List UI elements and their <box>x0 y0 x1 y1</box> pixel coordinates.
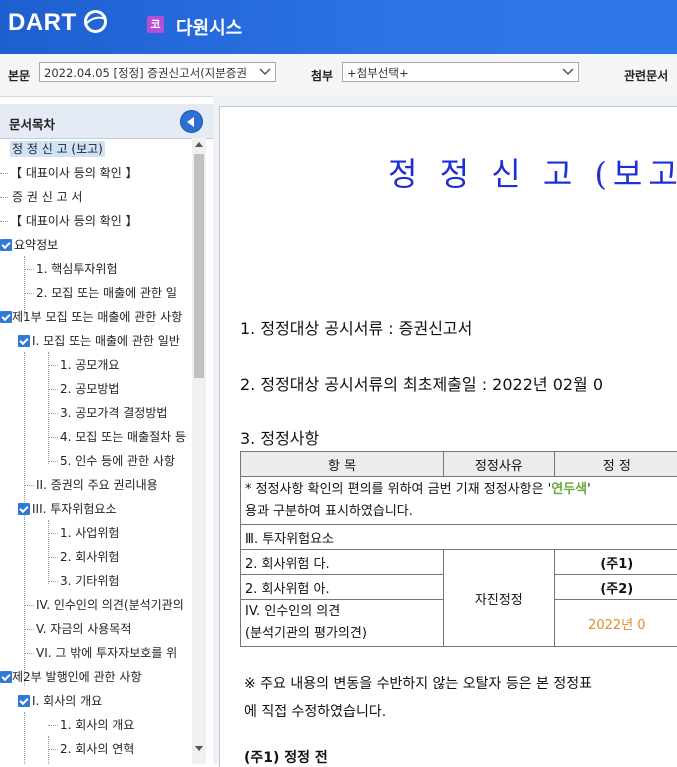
toc-item-risk-factors[interactable]: III. 투자위험요소 <box>18 498 117 520</box>
toc-item-rights[interactable]: II. 증권의 주요 권리내용 <box>24 474 158 496</box>
toc-item-ceo-confirm[interactable]: 【 대표이사 등의 확인 】 <box>0 162 138 184</box>
toc-item-correction-report[interactable]: 정 정 신 고 (보고) <box>10 138 105 160</box>
toc-item-business-risk[interactable]: 1. 사업위험 <box>48 522 119 544</box>
footnote-line-2: 에 직접 수정하였습니다. <box>244 701 386 721</box>
toc-item-company-overview-1[interactable]: 1. 회사의 개요 <box>48 714 134 736</box>
toc-item-part1-i[interactable]: I. 모집 또는 매출에 관한 일반 <box>18 330 180 352</box>
toc-item-part1[interactable]: 제1부 모집 또는 매출에 관한 사항 <box>0 306 182 328</box>
report-label: 본문 <box>8 67 30 84</box>
toc-item-offering-method[interactable]: 2. 공모방법 <box>48 378 119 400</box>
toc-item-key-risk[interactable]: 1. 핵심투자위험 <box>24 258 118 280</box>
company-market-badge: 코 <box>147 16 164 33</box>
note1-subheading: (주1) 정정 전 <box>244 747 328 767</box>
toc-header: 문서목차 <box>0 104 213 139</box>
attach-select-value: +첨부선택+ <box>347 66 409 80</box>
document-viewport: 정 정 신 고 (보고) 1. 정정대상 공시서류 : 증권신고서 2. 정정대… <box>213 96 677 764</box>
table-header-item: 항 목 <box>241 452 444 477</box>
initial-submission-date: 2. 정정대상 공시서류의 최초제출일 : 2022년 02월 0 <box>240 371 603 395</box>
document-toolbar: 본문 2022.04.05 [정정] 증권신고서(지분증권 첨부 +첨부선택+ … <box>0 54 677 97</box>
toc-item-ceo-confirm-2[interactable]: 【 대표이사 등의 확인 】 <box>0 210 138 232</box>
expanded-toggle-icon[interactable] <box>0 671 12 683</box>
toc-item-offering-overview[interactable]: 1. 공모개요 <box>48 354 119 376</box>
toc-item-investor-protection[interactable]: VI. 그 밖에 투자자보호를 위 <box>24 642 177 664</box>
report-select[interactable]: 2022.04.05 [정정] 증권신고서(지분증권 <box>39 62 276 82</box>
expanded-toggle-icon[interactable] <box>18 695 30 707</box>
scroll-down-arrow-icon[interactable] <box>195 746 203 751</box>
footnote-line-1: ※ 주요 내용의 변동을 수반하지 않는 오탈자 등은 본 정정표 <box>244 673 592 693</box>
table-header-correction: 정 정 <box>554 452 677 477</box>
scroll-thumb[interactable] <box>194 154 204 378</box>
toc-item-company-history[interactable]: 2. 회사의 연혁 <box>48 738 134 760</box>
collapse-sidebar-button[interactable] <box>180 110 203 133</box>
toc-item-other-risk[interactable]: 3. 기타위험 <box>48 570 119 592</box>
toc-item-part2[interactable]: 제2부 발행인에 관한 사항 <box>0 666 141 688</box>
toc-item-summary[interactable]: 요약정보 <box>0 234 58 256</box>
table-row-company-risk-da: 2. 회사위험 다. <box>241 550 444 575</box>
expanded-toggle-icon[interactable] <box>18 335 30 347</box>
chevron-down-icon <box>259 67 271 77</box>
app-header: DART 코 다원시스 <box>0 0 677 54</box>
toc-item-underwriting[interactable]: 5. 인수 등에 관한 사항 <box>48 450 175 472</box>
toc-item-company-risk[interactable]: 2. 회사위험 <box>48 546 119 568</box>
table-reason-voluntary: 자진정정 <box>444 550 554 647</box>
table-section-risk: Ⅲ. 투자위험요소 <box>241 525 677 550</box>
table-note-ref-1: (주1) <box>554 550 677 575</box>
correction-items-heading: 3. 정정사항 <box>240 425 319 449</box>
document-page: 정 정 신 고 (보고) 1. 정정대상 공시서류 : 증권신고서 2. 정정대… <box>219 106 677 767</box>
table-note-ref-2: (주2) <box>554 575 677 600</box>
table-header-reason: 정정사유 <box>444 452 554 477</box>
toc-sidebar: 문서목차 정 정 신 고 (보고) 【 대표이사 등의 확인 】 증 권 신 고… <box>0 104 214 764</box>
toc-item-offering-general[interactable]: 2. 모집 또는 매출에 관한 일 <box>24 282 177 304</box>
toc-item-offering-procedure[interactable]: 4. 모집 또는 매출절차 등 <box>48 426 186 448</box>
table-date-cell: 2022년 0 <box>554 600 677 647</box>
document-title: 정 정 신 고 (보고) <box>388 149 677 195</box>
dart-logo[interactable]: DART <box>8 9 77 37</box>
dart-logo-circle-icon <box>83 9 108 34</box>
correction-target-doc: 1. 정정대상 공시서류 : 증권신고서 <box>240 315 472 339</box>
chevron-down-icon <box>562 67 574 77</box>
highlight-color-label: 연두색 <box>551 482 587 497</box>
toc-item-use-of-funds[interactable]: V. 자금의 사용목적 <box>24 618 131 640</box>
toc-tree: 정 정 신 고 (보고) 【 대표이사 등의 확인 】 증 권 신 고 서 【 … <box>0 138 192 764</box>
tree-connector <box>24 712 25 764</box>
toc-scrollbar[interactable] <box>192 138 206 764</box>
toc-item-price-method[interactable]: 3. 공모가격 결정방법 <box>48 402 167 424</box>
table-note: * 정정사항 확인의 편의를 위하여 금번 기재 정정사항은 '연두색' 용과 … <box>241 477 677 525</box>
related-docs-label[interactable]: 관련문서 <box>624 67 668 84</box>
correction-table: 항 목 정정사유 정 정 * 정정사항 확인의 편의를 위하여 금번 기재 정정… <box>240 451 677 647</box>
expanded-toggle-icon[interactable] <box>0 239 12 251</box>
report-select-value: 2022.04.05 [정정] 증권신고서(지분증권 <box>44 66 247 80</box>
toc-item-company-overview[interactable]: I. 회사의 개요 <box>18 690 102 712</box>
attach-select[interactable]: +첨부선택+ <box>342 62 579 82</box>
expanded-toggle-icon[interactable] <box>18 503 30 515</box>
attach-label: 첨부 <box>311 67 333 84</box>
table-row-company-risk-a: 2. 회사위험 아. <box>241 575 444 600</box>
scroll-up-arrow-icon[interactable] <box>195 142 203 147</box>
toc-item-securities-report[interactable]: 증 권 신 고 서 <box>0 186 82 208</box>
company-name: 다원시스 <box>176 14 242 40</box>
table-row-underwriter-opinion: IV. 인수인의 의견(분석기관의 평가의견) <box>241 600 444 647</box>
toc-title: 문서목차 <box>9 114 55 133</box>
expanded-toggle-icon[interactable] <box>0 311 12 323</box>
toc-item-underwriter-opinion[interactable]: IV. 인수인의 의견(분석기관의 <box>24 594 184 616</box>
